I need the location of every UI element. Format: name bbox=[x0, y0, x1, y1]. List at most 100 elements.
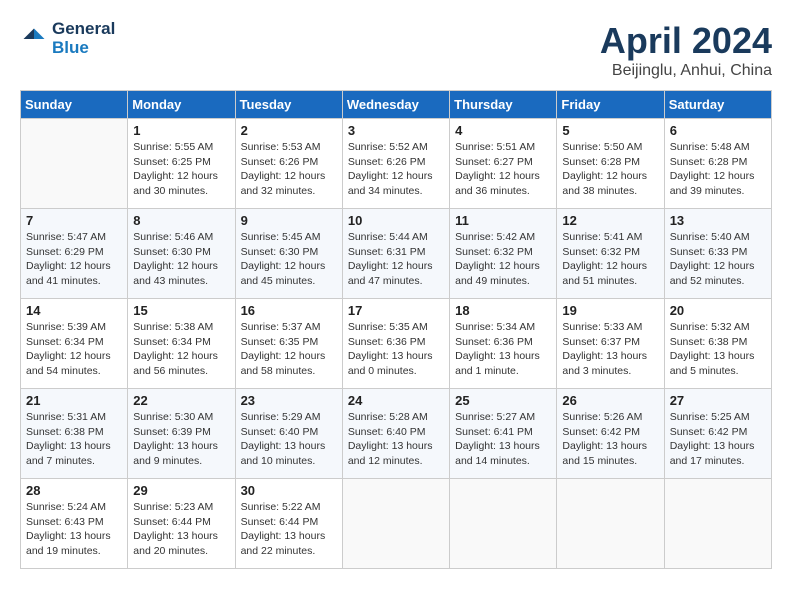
calendar-cell bbox=[664, 479, 771, 569]
day-info: Sunrise: 5:27 AMSunset: 6:41 PMDaylight:… bbox=[455, 410, 551, 469]
logo-general: General bbox=[52, 20, 115, 39]
logo-blue: Blue bbox=[52, 39, 115, 58]
calendar-cell: 28Sunrise: 5:24 AMSunset: 6:43 PMDayligh… bbox=[21, 479, 128, 569]
calendar-cell: 25 Sunrise: 5:27 AMSunset: 6:41 PMDayligh… bbox=[450, 389, 557, 479]
calendar-cell: 11 Sunrise: 5:42 AMSunset: 6:32 PMDayligh… bbox=[450, 209, 557, 299]
calendar-week-row: 14 Sunrise: 5:39 AMSunset: 6:34 PMDayligh… bbox=[21, 299, 772, 389]
calendar-cell: 22Sunrise: 5:30 AMSunset: 6:39 PMDayligh… bbox=[128, 389, 235, 479]
calendar-cell: 18Sunrise: 5:34 AMSunset: 6:36 PMDayligh… bbox=[450, 299, 557, 389]
calendar-table: SundayMondayTuesdayWednesdayThursdayFrid… bbox=[20, 90, 772, 569]
day-info: Sunrise: 5:38 AMSunset: 6:34 PMDaylight:… bbox=[133, 320, 229, 379]
month-title: April 2024 bbox=[600, 20, 772, 62]
day-number: 13 bbox=[670, 213, 766, 228]
calendar-cell: 7 Sunrise: 5:47 AMSunset: 6:29 PMDaylight… bbox=[21, 209, 128, 299]
day-number: 17 bbox=[348, 303, 444, 318]
day-number: 27 bbox=[670, 393, 766, 408]
day-info: Sunrise: 5:55 AMSunset: 6:25 PMDaylight:… bbox=[133, 140, 229, 199]
weekday-header: Thursday bbox=[450, 91, 557, 119]
day-number: 25 bbox=[455, 393, 551, 408]
day-info: Sunrise: 5:32 AMSunset: 6:38 PMDaylight:… bbox=[670, 320, 766, 379]
logo-icon bbox=[20, 25, 48, 53]
day-info: Sunrise: 5:45 AMSunset: 6:30 PMDaylight:… bbox=[241, 230, 337, 289]
day-info: Sunrise: 5:44 AMSunset: 6:31 PMDaylight:… bbox=[348, 230, 444, 289]
day-info: Sunrise: 5:29 AMSunset: 6:40 PMDaylight:… bbox=[241, 410, 337, 469]
day-info: Sunrise: 5:33 AMSunset: 6:37 PMDaylight:… bbox=[562, 320, 658, 379]
day-info: Sunrise: 5:41 AMSunset: 6:32 PMDaylight:… bbox=[562, 230, 658, 289]
calendar-cell: 12Sunrise: 5:41 AMSunset: 6:32 PMDayligh… bbox=[557, 209, 664, 299]
page-header: General Blue April 2024 Beijinglu, Anhui… bbox=[20, 20, 772, 80]
day-number: 21 bbox=[26, 393, 122, 408]
day-info: Sunrise: 5:42 AMSunset: 6:32 PMDaylight:… bbox=[455, 230, 551, 289]
day-number: 8 bbox=[133, 213, 229, 228]
calendar-cell: 30 Sunrise: 5:22 AMSunset: 6:44 PMDayligh… bbox=[235, 479, 342, 569]
calendar-cell: 9 Sunrise: 5:45 AMSunset: 6:30 PMDaylight… bbox=[235, 209, 342, 299]
weekday-header: Tuesday bbox=[235, 91, 342, 119]
calendar-cell: 2 Sunrise: 5:53 AMSunset: 6:26 PMDaylight… bbox=[235, 119, 342, 209]
day-number: 3 bbox=[348, 123, 444, 138]
weekday-header: Sunday bbox=[21, 91, 128, 119]
calendar-cell: 20Sunrise: 5:32 AMSunset: 6:38 PMDayligh… bbox=[664, 299, 771, 389]
calendar-cell: 26 Sunrise: 5:26 AMSunset: 6:42 PMDayligh… bbox=[557, 389, 664, 479]
day-number: 23 bbox=[241, 393, 337, 408]
day-info: Sunrise: 5:28 AMSunset: 6:40 PMDaylight:… bbox=[348, 410, 444, 469]
day-info: Sunrise: 5:46 AMSunset: 6:30 PMDaylight:… bbox=[133, 230, 229, 289]
calendar-cell: 14 Sunrise: 5:39 AMSunset: 6:34 PMDayligh… bbox=[21, 299, 128, 389]
calendar-week-row: 7 Sunrise: 5:47 AMSunset: 6:29 PMDaylight… bbox=[21, 209, 772, 299]
calendar-cell: 16 Sunrise: 5:37 AMSunset: 6:35 PMDayligh… bbox=[235, 299, 342, 389]
day-info: Sunrise: 5:40 AMSunset: 6:33 PMDaylight:… bbox=[670, 230, 766, 289]
day-info: Sunrise: 5:48 AMSunset: 6:28 PMDaylight:… bbox=[670, 140, 766, 199]
day-info: Sunrise: 5:22 AMSunset: 6:44 PMDaylight:… bbox=[241, 500, 337, 559]
calendar-cell: 13 Sunrise: 5:40 AMSunset: 6:33 PMDayligh… bbox=[664, 209, 771, 299]
day-info: Sunrise: 5:52 AMSunset: 6:26 PMDaylight:… bbox=[348, 140, 444, 199]
calendar-cell: 19 Sunrise: 5:33 AMSunset: 6:37 PMDayligh… bbox=[557, 299, 664, 389]
day-info: Sunrise: 5:30 AMSunset: 6:39 PMDaylight:… bbox=[133, 410, 229, 469]
calendar-cell: 3 Sunrise: 5:52 AMSunset: 6:26 PMDaylight… bbox=[342, 119, 449, 209]
day-info: Sunrise: 5:39 AMSunset: 6:34 PMDaylight:… bbox=[26, 320, 122, 379]
day-number: 2 bbox=[241, 123, 337, 138]
calendar-week-row: 28Sunrise: 5:24 AMSunset: 6:43 PMDayligh… bbox=[21, 479, 772, 569]
day-number: 29 bbox=[133, 483, 229, 498]
calendar-cell bbox=[342, 479, 449, 569]
calendar-cell: 6 Sunrise: 5:48 AMSunset: 6:28 PMDaylight… bbox=[664, 119, 771, 209]
day-info: Sunrise: 5:23 AMSunset: 6:44 PMDaylight:… bbox=[133, 500, 229, 559]
weekday-header: Wednesday bbox=[342, 91, 449, 119]
calendar-cell: 10Sunrise: 5:44 AMSunset: 6:31 PMDayligh… bbox=[342, 209, 449, 299]
calendar-cell bbox=[450, 479, 557, 569]
day-number: 26 bbox=[562, 393, 658, 408]
day-number: 18 bbox=[455, 303, 551, 318]
day-number: 7 bbox=[26, 213, 122, 228]
calendar-cell: 29 Sunrise: 5:23 AMSunset: 6:44 PMDayligh… bbox=[128, 479, 235, 569]
calendar-cell: 24Sunrise: 5:28 AMSunset: 6:40 PMDayligh… bbox=[342, 389, 449, 479]
day-number: 6 bbox=[670, 123, 766, 138]
day-number: 11 bbox=[455, 213, 551, 228]
day-info: Sunrise: 5:31 AMSunset: 6:38 PMDaylight:… bbox=[26, 410, 122, 469]
calendar-week-row: 21 Sunrise: 5:31 AMSunset: 6:38 PMDayligh… bbox=[21, 389, 772, 479]
location-title: Beijinglu, Anhui, China bbox=[600, 62, 772, 80]
calendar-cell: 5Sunrise: 5:50 AMSunset: 6:28 PMDaylight… bbox=[557, 119, 664, 209]
calendar-cell: 21 Sunrise: 5:31 AMSunset: 6:38 PMDayligh… bbox=[21, 389, 128, 479]
calendar-week-row: 1 Sunrise: 5:55 AMSunset: 6:25 PMDaylight… bbox=[21, 119, 772, 209]
calendar-cell bbox=[557, 479, 664, 569]
day-info: Sunrise: 5:37 AMSunset: 6:35 PMDaylight:… bbox=[241, 320, 337, 379]
weekday-header: Friday bbox=[557, 91, 664, 119]
day-info: Sunrise: 5:35 AMSunset: 6:36 PMDaylight:… bbox=[348, 320, 444, 379]
calendar-cell: 8 Sunrise: 5:46 AMSunset: 6:30 PMDaylight… bbox=[128, 209, 235, 299]
day-info: Sunrise: 5:53 AMSunset: 6:26 PMDaylight:… bbox=[241, 140, 337, 199]
day-info: Sunrise: 5:26 AMSunset: 6:42 PMDaylight:… bbox=[562, 410, 658, 469]
day-number: 15 bbox=[133, 303, 229, 318]
day-number: 19 bbox=[562, 303, 658, 318]
weekday-header-row: SundayMondayTuesdayWednesdayThursdayFrid… bbox=[21, 91, 772, 119]
day-number: 16 bbox=[241, 303, 337, 318]
weekday-header: Monday bbox=[128, 91, 235, 119]
day-number: 4 bbox=[455, 123, 551, 138]
calendar-cell: 17 Sunrise: 5:35 AMSunset: 6:36 PMDayligh… bbox=[342, 299, 449, 389]
day-info: Sunrise: 5:47 AMSunset: 6:29 PMDaylight:… bbox=[26, 230, 122, 289]
day-number: 30 bbox=[241, 483, 337, 498]
calendar-cell: 4Sunrise: 5:51 AMSunset: 6:27 PMDaylight… bbox=[450, 119, 557, 209]
day-number: 1 bbox=[133, 123, 229, 138]
day-number: 9 bbox=[241, 213, 337, 228]
day-number: 5 bbox=[562, 123, 658, 138]
logo: General Blue bbox=[20, 20, 115, 57]
day-number: 14 bbox=[26, 303, 122, 318]
calendar-cell bbox=[21, 119, 128, 209]
